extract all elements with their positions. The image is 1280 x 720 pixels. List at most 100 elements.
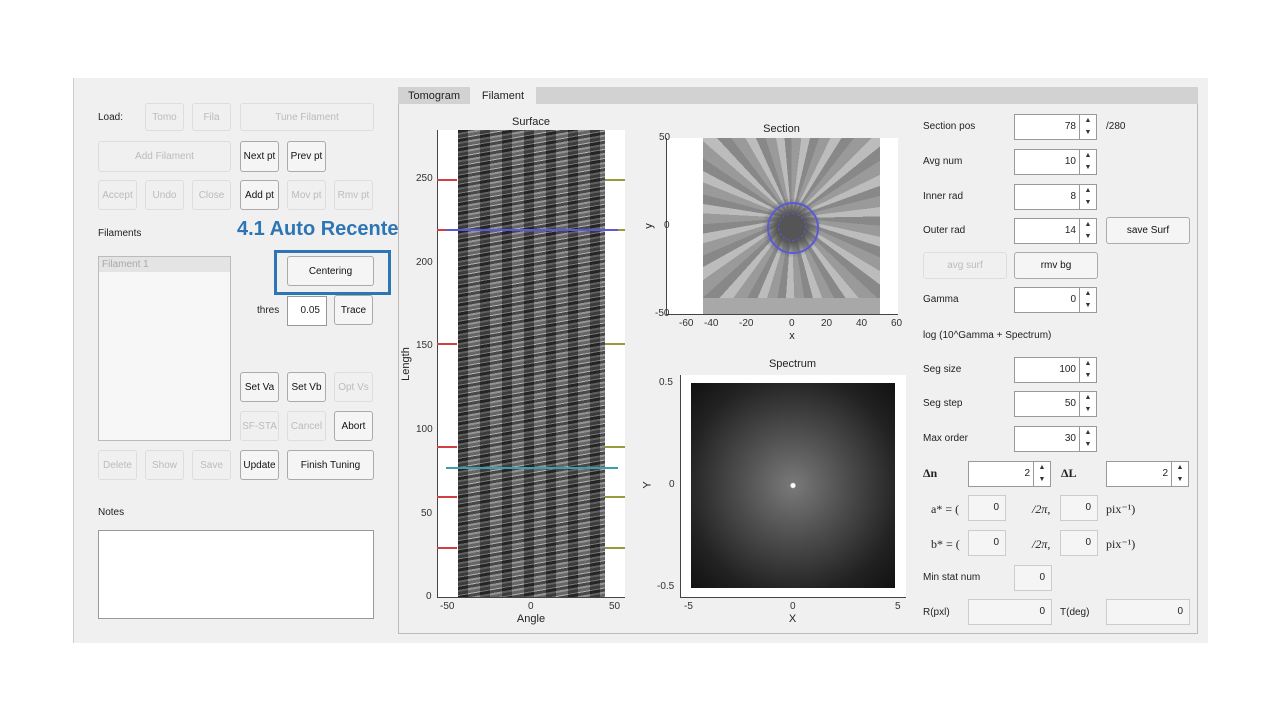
- section-xtick: 0: [789, 318, 795, 329]
- outer-rad-label: Outer rad: [923, 225, 966, 236]
- a-star-unit: pix⁻¹): [1106, 502, 1136, 516]
- save-surf-button[interactable]: save Surf: [1106, 217, 1190, 244]
- inner-rad-input[interactable]: 8 ▲ ▼: [1014, 184, 1097, 210]
- rmv-bg-button[interactable]: rmv bg: [1014, 252, 1098, 279]
- segment-marker-right: [605, 343, 625, 345]
- show-button[interactable]: Show: [145, 450, 184, 480]
- load-label: Load:: [98, 112, 124, 123]
- abort-button[interactable]: Abort: [334, 411, 373, 441]
- outer-rad-value: 14: [1064, 225, 1076, 236]
- delta-n-input[interactable]: 2 ▲ ▼: [968, 461, 1051, 487]
- b-star-unit: pix⁻¹): [1106, 537, 1136, 551]
- a-star-label: a* = (: [931, 502, 960, 516]
- delta-l-input[interactable]: 2 ▲ ▼: [1106, 461, 1189, 487]
- thres-label: thres: [257, 305, 280, 316]
- section-padding: [703, 298, 880, 314]
- undo-button[interactable]: Undo: [145, 180, 184, 210]
- max-order-spinner[interactable]: ▲ ▼: [1079, 427, 1096, 451]
- surface-x-axis: [437, 597, 625, 598]
- segment-marker-right: [605, 547, 625, 549]
- avg-surf-button[interactable]: avg surf: [923, 252, 1007, 279]
- section-line-upper[interactable]: [446, 229, 618, 231]
- gamma-spinner[interactable]: ▲ ▼: [1079, 288, 1096, 312]
- add-filament-button[interactable]: Add Filament: [98, 141, 231, 172]
- section-pos-input[interactable]: 78 ▲ ▼: [1014, 114, 1097, 140]
- min-stat-input[interactable]: 0: [1014, 565, 1052, 591]
- mov-pt-button[interactable]: Mov pt: [287, 180, 326, 210]
- seg-step-spinner[interactable]: ▲ ▼: [1079, 392, 1096, 416]
- tab-filament[interactable]: Filament: [470, 87, 536, 105]
- b-star-y-input[interactable]: 0: [1060, 530, 1098, 556]
- fila-button[interactable]: Fila: [192, 103, 231, 131]
- t-deg-input[interactable]: 0: [1106, 599, 1190, 625]
- segment-marker-left: [437, 547, 457, 549]
- list-item[interactable]: Filament 1: [99, 257, 230, 272]
- surface-image: [458, 130, 605, 597]
- seg-size-value: 100: [1059, 364, 1076, 375]
- inner-rad-label: Inner rad: [923, 191, 964, 202]
- prev-pt-button[interactable]: Prev pt: [287, 141, 326, 172]
- surface-ytick: 150: [416, 340, 433, 351]
- outer-rad-input[interactable]: 14 ▲ ▼: [1014, 218, 1097, 244]
- a-star-y-input[interactable]: 0: [1060, 495, 1098, 521]
- segment-marker-right: [605, 446, 625, 448]
- set-va-button[interactable]: Set Va: [240, 372, 279, 402]
- b-star-x-input[interactable]: 0: [968, 530, 1006, 556]
- sf-sta-button[interactable]: SF-STA: [240, 411, 279, 441]
- delta-n-spinner[interactable]: ▲ ▼: [1033, 462, 1050, 486]
- avg-num-value: 10: [1064, 156, 1076, 167]
- accept-button[interactable]: Accept: [98, 180, 137, 210]
- opt-vs-button[interactable]: Opt Vs: [334, 372, 373, 402]
- save-button[interactable]: Save: [192, 450, 231, 480]
- set-vb-button[interactable]: Set Vb: [287, 372, 326, 402]
- seg-size-spinner[interactable]: ▲ ▼: [1079, 358, 1096, 382]
- gamma-input[interactable]: 0 ▲ ▼: [1014, 287, 1097, 313]
- tab-tomogram[interactable]: Tomogram: [399, 88, 469, 104]
- section-line-lower[interactable]: [446, 467, 618, 469]
- section-pos-suffix: /280: [1106, 121, 1126, 132]
- filament-list[interactable]: Filament 1: [98, 256, 231, 441]
- avg-num-spinner[interactable]: ▲ ▼: [1079, 150, 1096, 174]
- avg-num-input[interactable]: 10 ▲ ▼: [1014, 149, 1097, 175]
- delta-n-value: 2: [1024, 468, 1030, 479]
- outer-rad-spinner[interactable]: ▲ ▼: [1079, 219, 1096, 243]
- section-xtick: -40: [704, 318, 719, 329]
- r-pxl-label: R(pxl): [923, 607, 950, 618]
- finish-tuning-button[interactable]: Finish Tuning: [287, 450, 374, 480]
- inner-rad-spinner[interactable]: ▲ ▼: [1079, 185, 1096, 209]
- delta-l-value: 2: [1162, 468, 1168, 479]
- surface-ytick: 50: [421, 508, 433, 519]
- r-pxl-input[interactable]: 0: [968, 599, 1052, 625]
- seg-step-value: 50: [1064, 398, 1076, 409]
- update-button[interactable]: Update: [240, 450, 279, 480]
- seg-size-input[interactable]: 100 ▲ ▼: [1014, 357, 1097, 383]
- notes-label: Notes: [98, 507, 125, 518]
- section-xlabel: x: [789, 330, 795, 342]
- a-star-x-input[interactable]: 0: [968, 495, 1006, 521]
- segment-marker-left: [437, 496, 457, 498]
- add-pt-button[interactable]: Add pt: [240, 180, 279, 210]
- delta-l-spinner[interactable]: ▲ ▼: [1171, 462, 1188, 486]
- trace-button[interactable]: Trace: [334, 295, 373, 325]
- spectrum-ytick: 0: [669, 479, 675, 490]
- delete-button[interactable]: Delete: [98, 450, 137, 480]
- rmv-pt-button[interactable]: Rmv pt: [334, 180, 373, 210]
- notes-textarea[interactable]: [98, 530, 374, 619]
- spectrum-image: [691, 383, 895, 588]
- cancel-button[interactable]: Cancel: [287, 411, 326, 441]
- tune-filament-button[interactable]: Tune Filament: [240, 103, 374, 131]
- thres-input[interactable]: 0.05: [287, 296, 327, 326]
- close-button[interactable]: Close: [192, 180, 231, 210]
- spectrum-ytick: 0.5: [659, 377, 673, 388]
- next-pt-button[interactable]: Next pt: [240, 141, 279, 172]
- centering-button[interactable]: Centering: [287, 256, 374, 286]
- max-order-input[interactable]: 30 ▲ ▼: [1014, 426, 1097, 452]
- min-stat-label: Min stat num: [923, 572, 981, 583]
- section-xtick: 20: [821, 318, 833, 329]
- surface-ytick: 0: [426, 591, 432, 602]
- seg-step-input[interactable]: 50 ▲ ▼: [1014, 391, 1097, 417]
- section-pos-spinner[interactable]: ▲ ▼: [1079, 115, 1096, 139]
- inner-rad-value: 8: [1070, 191, 1076, 202]
- tomo-button[interactable]: Tomo: [145, 103, 184, 131]
- b-star-label: b* = (: [931, 537, 960, 551]
